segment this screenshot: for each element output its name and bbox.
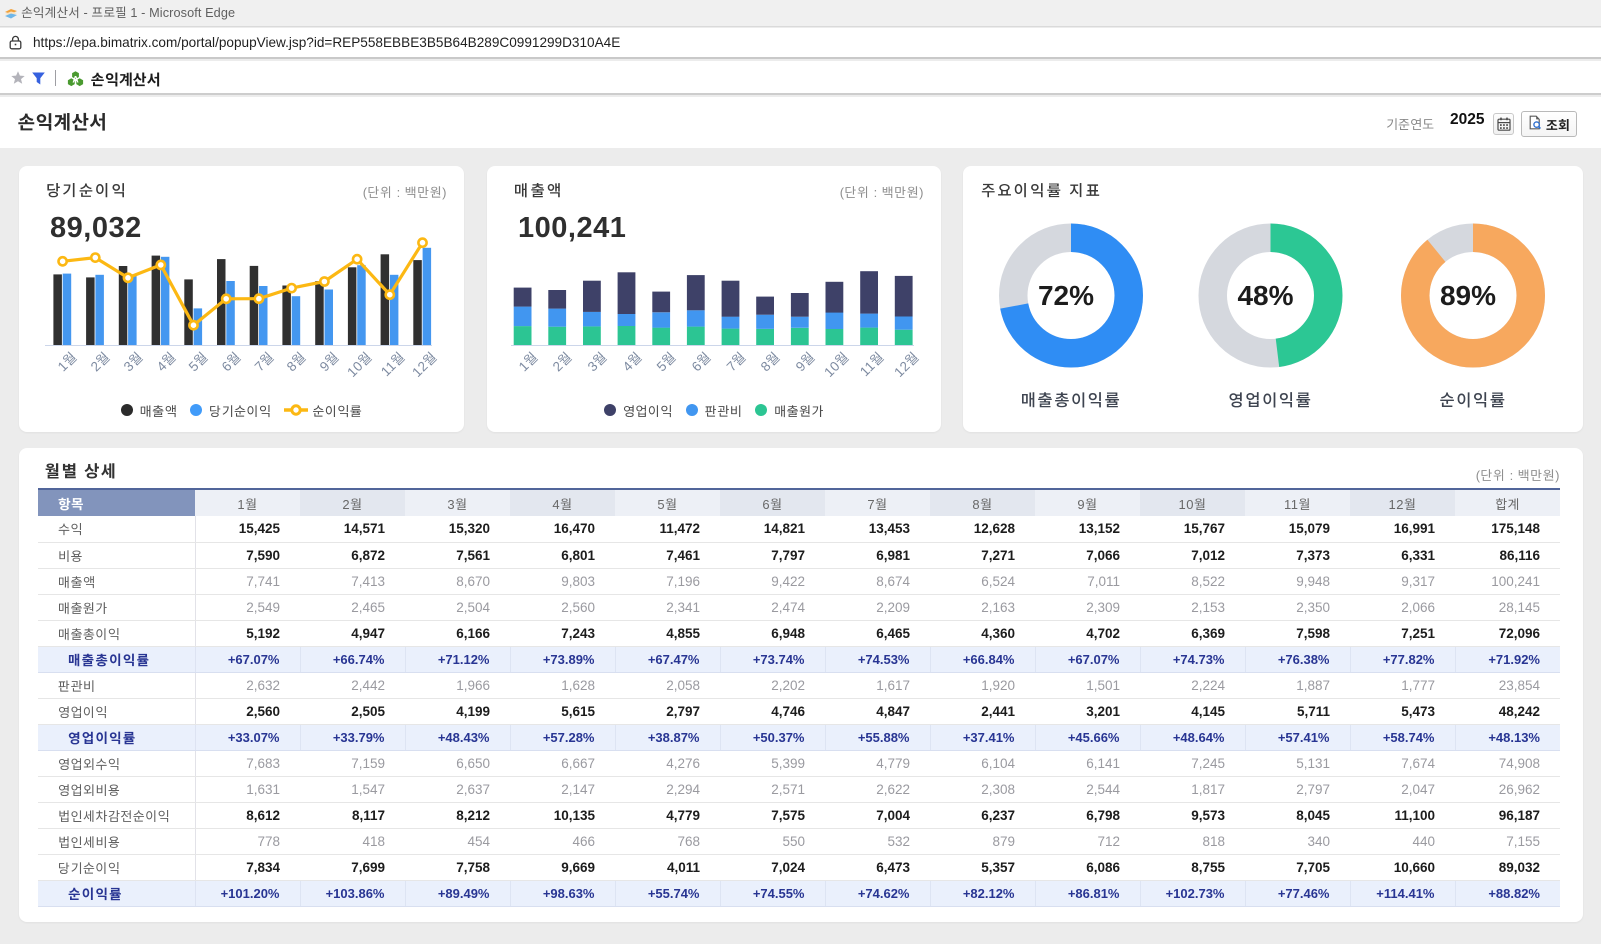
svg-text:A: A [72,74,79,84]
svg-text:89%: 89% [1440,280,1496,311]
svg-text:순이익률: 순이익률 [1439,392,1506,410]
svg-text:48%: 48% [1237,280,1293,311]
svg-text:영업이익률: 영업이익률 [1229,392,1313,410]
svg-text:72%: 72% [1038,280,1094,311]
svg-text:매출총이익률: 매출총이익률 [1021,392,1122,410]
